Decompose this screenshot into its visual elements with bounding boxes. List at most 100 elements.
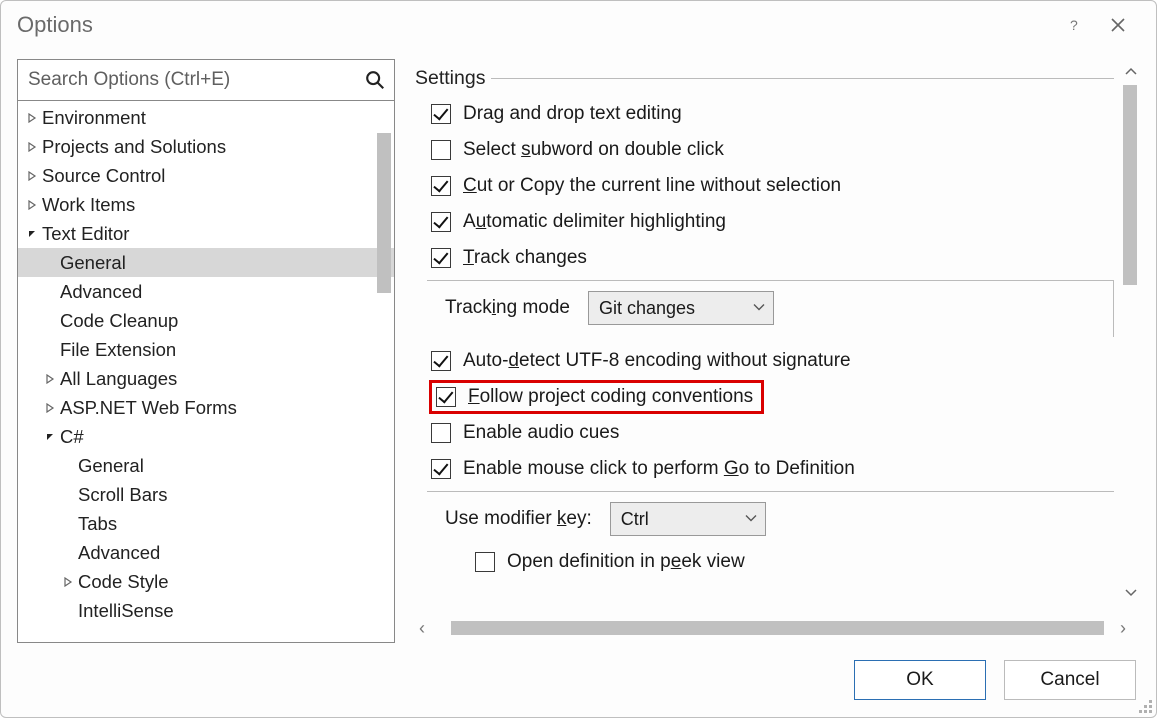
expand-icon[interactable] xyxy=(24,197,40,213)
resize-grip-icon[interactable] xyxy=(1136,697,1152,713)
close-button[interactable] xyxy=(1096,3,1140,47)
tracking-mode-combo[interactable]: Git changes xyxy=(588,291,774,325)
modifier-key-combo[interactable]: Ctrl xyxy=(610,502,766,536)
tree-scrollbar[interactable] xyxy=(377,133,391,293)
tree-item-label: C# xyxy=(60,426,84,448)
scroll-left-icon[interactable]: ‹ xyxy=(419,618,435,639)
tree-item-label: Code Style xyxy=(78,571,169,593)
tree-item[interactable]: ASP.NET Web Forms xyxy=(18,393,394,422)
help-icon: ? xyxy=(1066,17,1082,33)
tree-item[interactable]: Source Control xyxy=(18,161,394,190)
opt-auto-detect-utf8[interactable]: Auto-detect UTF-8 encoding without signa… xyxy=(415,343,1114,379)
tree-item[interactable]: IntelliSense xyxy=(18,596,394,625)
tree-item-label: ASP.NET Web Forms xyxy=(60,397,237,419)
search-input[interactable] xyxy=(26,68,364,92)
panel-scrollbar[interactable] xyxy=(1123,85,1137,285)
opt-mouse-goto-def[interactable]: Enable mouse click to perform Go to Defi… xyxy=(415,451,1114,487)
tree-item[interactable]: Projects and Solutions xyxy=(18,132,394,161)
dialog-footer: OK Cancel xyxy=(1,643,1156,717)
opt-label: Drag and drop text editing xyxy=(463,103,682,125)
expand-icon[interactable] xyxy=(42,400,58,416)
cancel-button[interactable]: Cancel xyxy=(1004,660,1136,700)
titlebar: Options ? xyxy=(1,1,1156,49)
opt-follow-conventions[interactable]: Follow project coding conventions xyxy=(415,379,1114,415)
opt-label: Enable mouse click to perform Go to Defi… xyxy=(463,458,855,480)
chevron-down-icon xyxy=(745,509,757,530)
checkbox[interactable] xyxy=(431,176,451,196)
tree-item[interactable]: Scroll Bars xyxy=(18,480,394,509)
opt-auto-delimiter[interactable]: Automatic delimiter highlighting xyxy=(415,204,1114,240)
highlight-box: Follow project coding conventions xyxy=(429,380,764,414)
help-button[interactable]: ? xyxy=(1052,3,1096,47)
tree-item[interactable]: All Languages xyxy=(18,364,394,393)
expand-icon[interactable] xyxy=(24,139,40,155)
tree-item[interactable]: General xyxy=(18,451,394,480)
modifier-key-label: Use modifier key: xyxy=(445,508,592,530)
opt-label: Follow project coding conventions xyxy=(468,386,753,408)
tree-item[interactable]: C# xyxy=(18,422,394,451)
tree-item[interactable]: Code Cleanup xyxy=(18,306,394,335)
tree-item-label: Tabs xyxy=(78,513,117,535)
window-title: Options xyxy=(17,12,93,38)
tree-item[interactable]: General xyxy=(18,248,394,277)
checkbox[interactable] xyxy=(431,212,451,232)
opt-audio-cues[interactable]: Enable audio cues xyxy=(415,415,1114,451)
h-scroll-thumb[interactable] xyxy=(451,621,1104,635)
opt-drag-drop[interactable]: Drag and drop text editing xyxy=(415,96,1114,132)
tree-item[interactable]: File Extension xyxy=(18,335,394,364)
tree-item-label: General xyxy=(60,252,126,274)
right-panel: Settings Drag and drop text editing Sele… xyxy=(415,59,1140,643)
tree-item-label: Environment xyxy=(42,107,146,129)
opt-subword[interactable]: Select subword on double click xyxy=(415,132,1114,168)
tree-item-label: General xyxy=(78,455,144,477)
checkbox[interactable] xyxy=(431,248,451,268)
settings-group: Settings Drag and drop text editing Sele… xyxy=(415,67,1114,598)
tree-item[interactable]: Work Items xyxy=(18,190,394,219)
ok-button[interactable]: OK xyxy=(854,660,986,700)
tracking-subgroup: Tracking mode Git changes xyxy=(427,280,1114,337)
checkbox[interactable] xyxy=(431,140,451,160)
checkbox[interactable] xyxy=(431,351,451,371)
search-icon xyxy=(364,69,386,91)
tree-item[interactable]: Advanced xyxy=(18,538,394,567)
expand-icon[interactable] xyxy=(42,371,58,387)
collapse-icon[interactable] xyxy=(42,429,58,445)
tree-item-label: File Extension xyxy=(60,339,176,361)
tree-item[interactable]: Tabs xyxy=(18,509,394,538)
tree-item[interactable]: Code Style xyxy=(18,567,394,596)
scroll-right-icon[interactable]: › xyxy=(1120,618,1136,639)
opt-label: Select subword on double click xyxy=(463,139,724,161)
settings-content: Settings Drag and drop text editing Sele… xyxy=(415,59,1140,613)
opt-track-changes[interactable]: Track changes xyxy=(415,240,1114,276)
opt-cut-copy[interactable]: Cut or Copy the current line without sel… xyxy=(415,168,1114,204)
tree-item[interactable]: Text Editor xyxy=(18,219,394,248)
tree-item[interactable]: Environment xyxy=(18,103,394,132)
tracking-mode-label: Tracking mode xyxy=(445,297,570,319)
opt-label: Automatic delimiter highlighting xyxy=(463,211,726,233)
collapse-icon[interactable] xyxy=(24,226,40,242)
tree-item-label: Code Cleanup xyxy=(60,310,178,332)
expand-icon[interactable] xyxy=(24,110,40,126)
checkbox[interactable] xyxy=(475,552,495,572)
options-tree[interactable]: Environment Projects and Solutions Source … xyxy=(17,101,395,643)
expand-icon[interactable] xyxy=(24,168,40,184)
checkbox[interactable] xyxy=(431,459,451,479)
scroll-down-button[interactable] xyxy=(1122,583,1140,601)
tree-item-label: Scroll Bars xyxy=(78,484,167,506)
tree-item-label: All Languages xyxy=(60,368,177,390)
checkbox[interactable] xyxy=(431,423,451,443)
tree-item-label: Work Items xyxy=(42,194,135,216)
opt-peek-view[interactable]: Open definition in peek view xyxy=(437,544,1104,580)
checkbox[interactable] xyxy=(436,387,456,407)
scroll-up-button[interactable] xyxy=(1122,63,1140,81)
horizontal-scrollbar[interactable]: ‹ › xyxy=(415,613,1140,643)
opt-label: Open definition in peek view xyxy=(507,551,745,573)
expand-icon[interactable] xyxy=(60,574,76,590)
search-box[interactable] xyxy=(17,59,395,101)
checkbox[interactable] xyxy=(431,104,451,124)
tree-item[interactable]: Advanced xyxy=(18,277,394,306)
tree-item-label: Source Control xyxy=(42,165,165,187)
tree-item-label: Projects and Solutions xyxy=(42,136,226,158)
opt-label: Cut or Copy the current line without sel… xyxy=(463,175,841,197)
combo-value: Git changes xyxy=(599,298,695,319)
